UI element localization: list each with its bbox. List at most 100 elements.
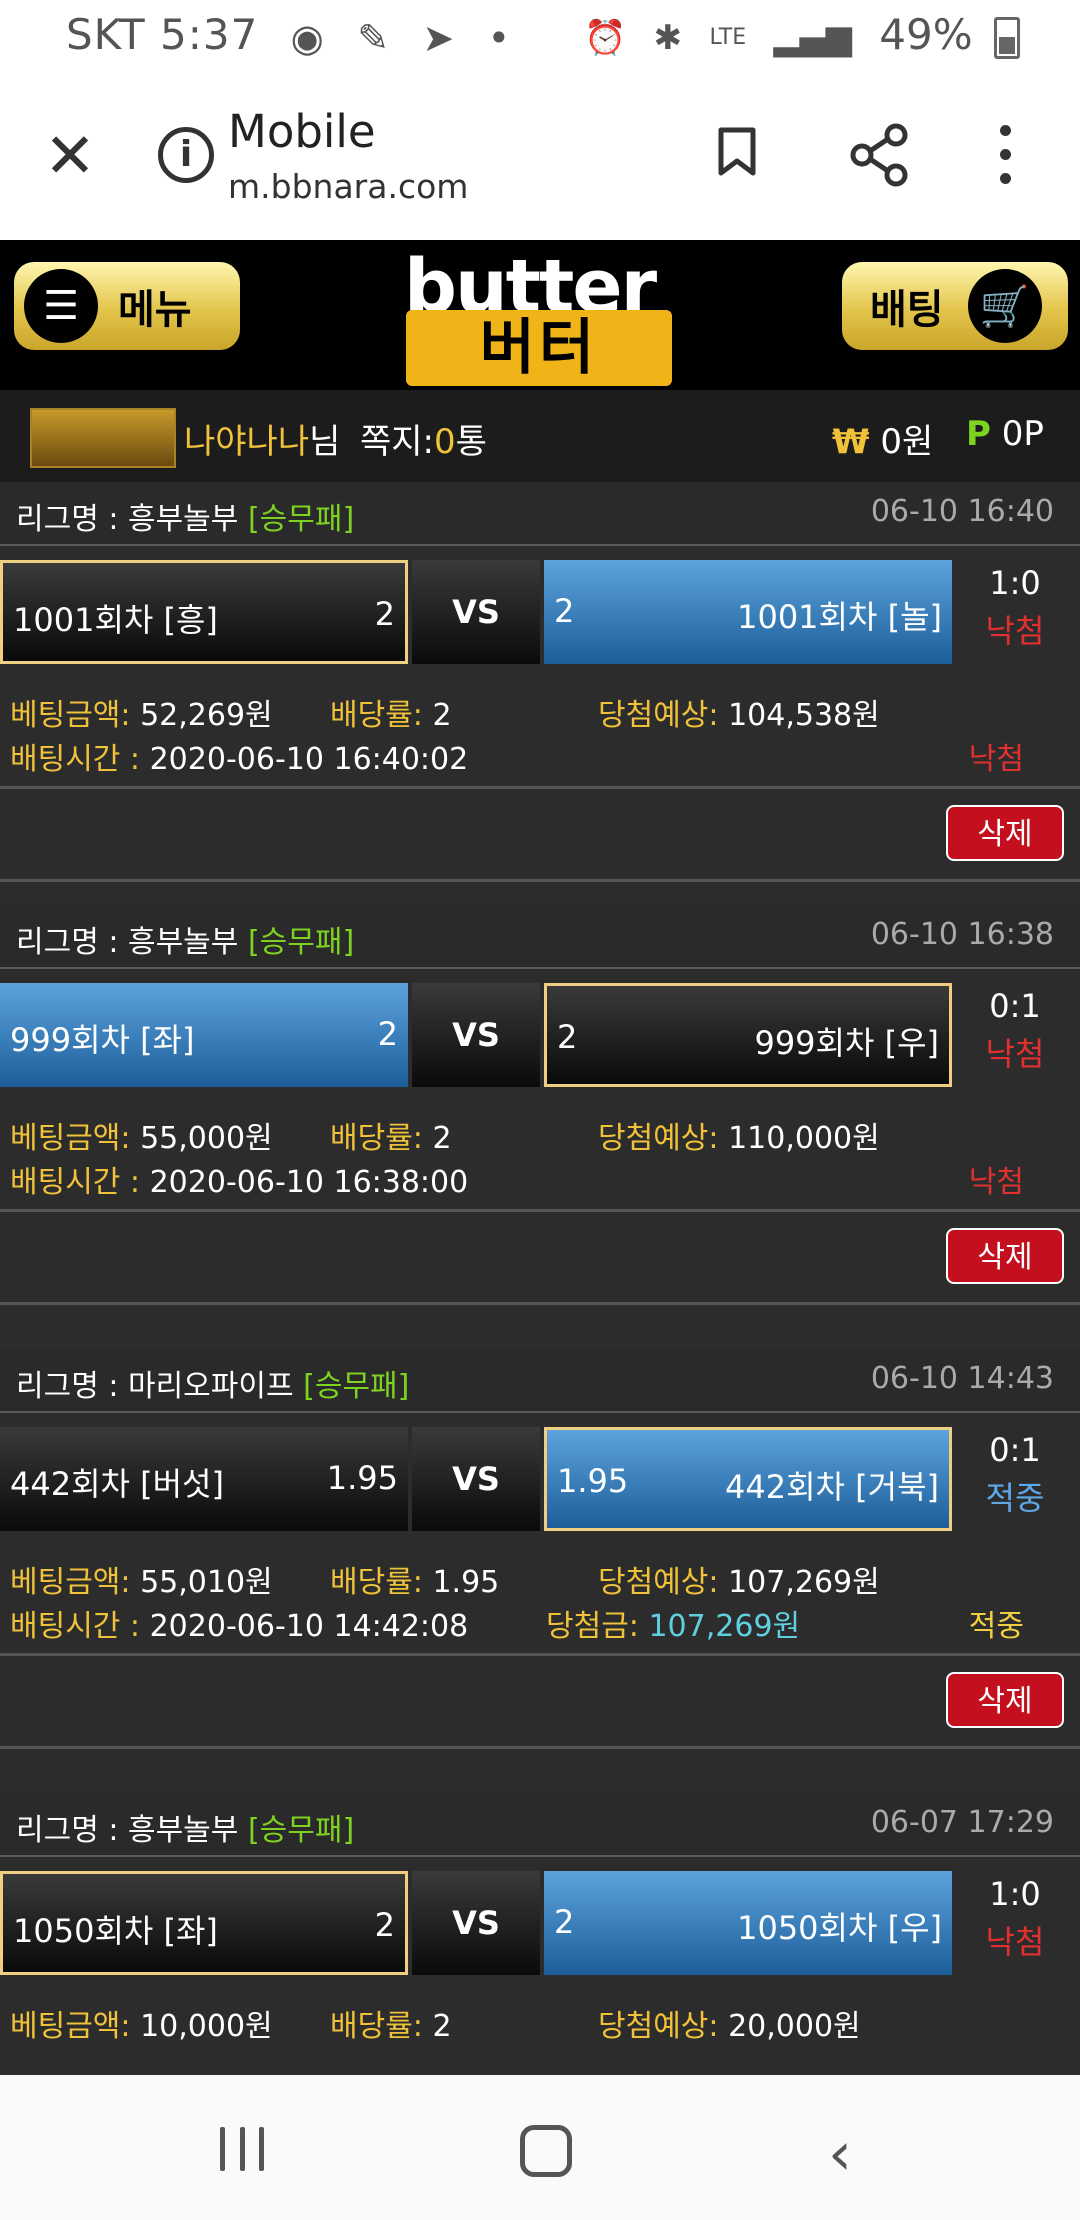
- home-odds: 2: [374, 1906, 395, 1944]
- league-header: 리그명 : 흥부놀부 [승무패] 06-10 16:40: [0, 482, 1080, 546]
- avatar: [30, 408, 176, 468]
- info-icon[interactable]: i: [158, 127, 214, 183]
- away-team-name: 1001회차 [놀]: [737, 598, 942, 636]
- battery-percent: 49%: [879, 10, 973, 59]
- delete-button[interactable]: 삭제: [946, 1672, 1064, 1728]
- match-score: 0:1 낙첨: [960, 987, 1070, 1075]
- bet-rate-value: 2: [432, 698, 452, 733]
- pill-icon: ✎: [357, 15, 391, 60]
- more-options-icon[interactable]: [1000, 125, 1012, 197]
- bet-rate: 배당률: 2: [330, 690, 452, 734]
- bet-rate-label: 배당률:: [330, 2009, 423, 2044]
- bet-rate: 배당률: 2: [330, 2001, 452, 2045]
- home-team[interactable]: 1050회차 [좌] 2: [0, 1871, 408, 1975]
- balance: ₩ 0원: [832, 414, 933, 463]
- bet-amount-value: 55,000원: [140, 1121, 273, 1156]
- carrier-label: SKT: [66, 10, 146, 59]
- cart-icon: 🛒: [967, 269, 1042, 343]
- user-name: 나야나나님: [184, 414, 340, 463]
- expected-win-label: 당첨예상:: [598, 698, 719, 733]
- away-team[interactable]: 2 1001회차 [놀]: [544, 560, 952, 664]
- league-header: 리그명 : 흥부놀부 [승무패] 06-10 16:38: [0, 905, 1080, 969]
- away-team-name: 442회차 [거북]: [725, 1468, 939, 1506]
- delete-button[interactable]: 삭제: [946, 1228, 1064, 1284]
- bet-button[interactable]: 배팅 🛒: [842, 262, 1068, 350]
- bet-amount-label: 베팅금액:: [10, 1121, 131, 1156]
- bet-card: 리그명 : 마리오파이프 [승무패] 06-10 14:43 442회차 [버섯…: [0, 1349, 1080, 1749]
- dot-icon: •: [487, 15, 512, 60]
- expected-win-value: 20,000원: [728, 2009, 861, 2044]
- league-type: [승무패]: [303, 1369, 410, 1404]
- home-team-name: 1050회차 [좌]: [13, 1912, 218, 1950]
- match-result: 낙첨: [985, 612, 1045, 650]
- vs-label: VS: [412, 1871, 540, 1975]
- battery-icon: [994, 16, 1020, 59]
- point-icon: P: [966, 414, 991, 454]
- bet-time: 배팅시간 : 2020-06-10 16:40:02: [10, 734, 468, 778]
- bet-amount: 베팅금액: 52,269원: [10, 690, 273, 734]
- away-odds: 2: [554, 592, 575, 630]
- close-icon[interactable]: ✕: [44, 125, 96, 187]
- bet-label: 배팅: [870, 287, 944, 333]
- user-name-suffix: 님: [309, 422, 341, 462]
- home-team[interactable]: 999회차 [좌] 2: [0, 983, 408, 1087]
- bet-amount: 베팅금액: 10,000원: [10, 2001, 273, 2045]
- vs-label: VS: [412, 983, 540, 1087]
- won-icon: ₩: [832, 422, 870, 462]
- home-team[interactable]: 1001회차 [흥] 2: [0, 560, 408, 664]
- status-right: ⏰ ✱ LTE ▂▄▆ 49%: [584, 10, 1020, 59]
- bet-rate-value: 2: [432, 1121, 452, 1156]
- expected-win-label: 당첨예상:: [598, 1121, 719, 1156]
- match-date: 06-10 16:38: [870, 917, 1054, 952]
- browser-toolbar: ✕ i Mobile m.bbnara.com: [0, 75, 1080, 241]
- bet-card: 리그명 : 흥부놀부 [승무패] 06-10 16:40 1001회차 [흥] …: [0, 482, 1080, 882]
- home-icon[interactable]: [520, 2125, 572, 2177]
- menu-button[interactable]: ☰ 메뉴: [14, 262, 240, 350]
- away-team[interactable]: 1.95 442회차 [거북]: [544, 1427, 952, 1531]
- clock: 5:37: [159, 10, 259, 59]
- share-icon[interactable]: [850, 123, 910, 187]
- url-text[interactable]: m.bbnara.com: [228, 167, 468, 206]
- bookmark-icon[interactable]: [718, 127, 756, 177]
- delete-row: 삭제: [0, 1212, 1080, 1305]
- status-left: SKT 5:37 ◉ ✎ ➤ •: [66, 10, 511, 60]
- notification-icon: ◉: [290, 15, 325, 60]
- vs-label: VS: [412, 1427, 540, 1531]
- bet-rate-value: 2: [432, 2009, 452, 2044]
- league-name: 리그명 : 흥부놀부 [승무패]: [16, 917, 354, 961]
- status-bar: SKT 5:37 ◉ ✎ ➤ • ⏰ ✱ LTE ▂▄▆ 49%: [0, 0, 1080, 75]
- delete-row: 삭제: [0, 789, 1080, 882]
- league-type: [승무패]: [247, 502, 355, 537]
- points: P 0P: [966, 414, 1044, 454]
- message-count[interactable]: 쪽지:0통: [360, 414, 487, 463]
- bet-time: 배팅시간 : 2020-06-10 16:38:00: [10, 1157, 468, 1201]
- bet-amount-value: 52,269원: [140, 698, 273, 733]
- prize-amount: 당첨금: 107,269원: [546, 1601, 800, 1645]
- away-team[interactable]: 2 999회차 [우]: [544, 983, 952, 1087]
- home-team-name: 442회차 [버섯]: [10, 1465, 224, 1503]
- league-type: [승무패]: [247, 925, 355, 960]
- league-label: 리그명 : 흥부놀부: [16, 502, 239, 537]
- expected-win-value: 107,269원: [728, 1565, 880, 1600]
- bet-details: 베팅금액: 52,269원 배당률: 2 당첨예상: 104,538원 배팅시간…: [0, 668, 1080, 786]
- back-icon[interactable]: ‹: [828, 2119, 852, 2189]
- prize-value: 107,269원: [648, 1609, 801, 1644]
- match-row: 1001회차 [흥] 2 VS 2 1001회차 [놀] 1:0 낙첨: [0, 560, 1080, 668]
- score-value: 0:1: [989, 987, 1041, 1025]
- delete-button[interactable]: 삭제: [946, 805, 1064, 861]
- vs-label: VS: [412, 560, 540, 664]
- match-date: 06-10 14:43: [870, 1361, 1054, 1396]
- menu-label: 메뉴: [118, 287, 192, 333]
- score-value: 0:1: [989, 1431, 1041, 1469]
- bet-status: 낙첨: [968, 742, 1024, 777]
- bet-status: 적중: [968, 1609, 1024, 1644]
- home-team[interactable]: 442회차 [버섯] 1.95: [0, 1427, 408, 1531]
- bet-details: 베팅금액: 55,010원 배당률: 1.95 당첨예상: 107,269원 배…: [0, 1535, 1080, 1653]
- score-value: 1:0: [989, 1875, 1041, 1913]
- away-team[interactable]: 2 1050회차 [우]: [544, 1871, 952, 1975]
- page-title: Mobile: [228, 105, 376, 158]
- bet-rate-label: 배당률:: [330, 698, 423, 733]
- match-result: 낙첨: [985, 1035, 1045, 1073]
- match-row: 999회차 [좌] 2 VS 2 999회차 [우] 0:1 낙첨: [0, 983, 1080, 1091]
- recent-apps-icon[interactable]: [220, 2127, 264, 2171]
